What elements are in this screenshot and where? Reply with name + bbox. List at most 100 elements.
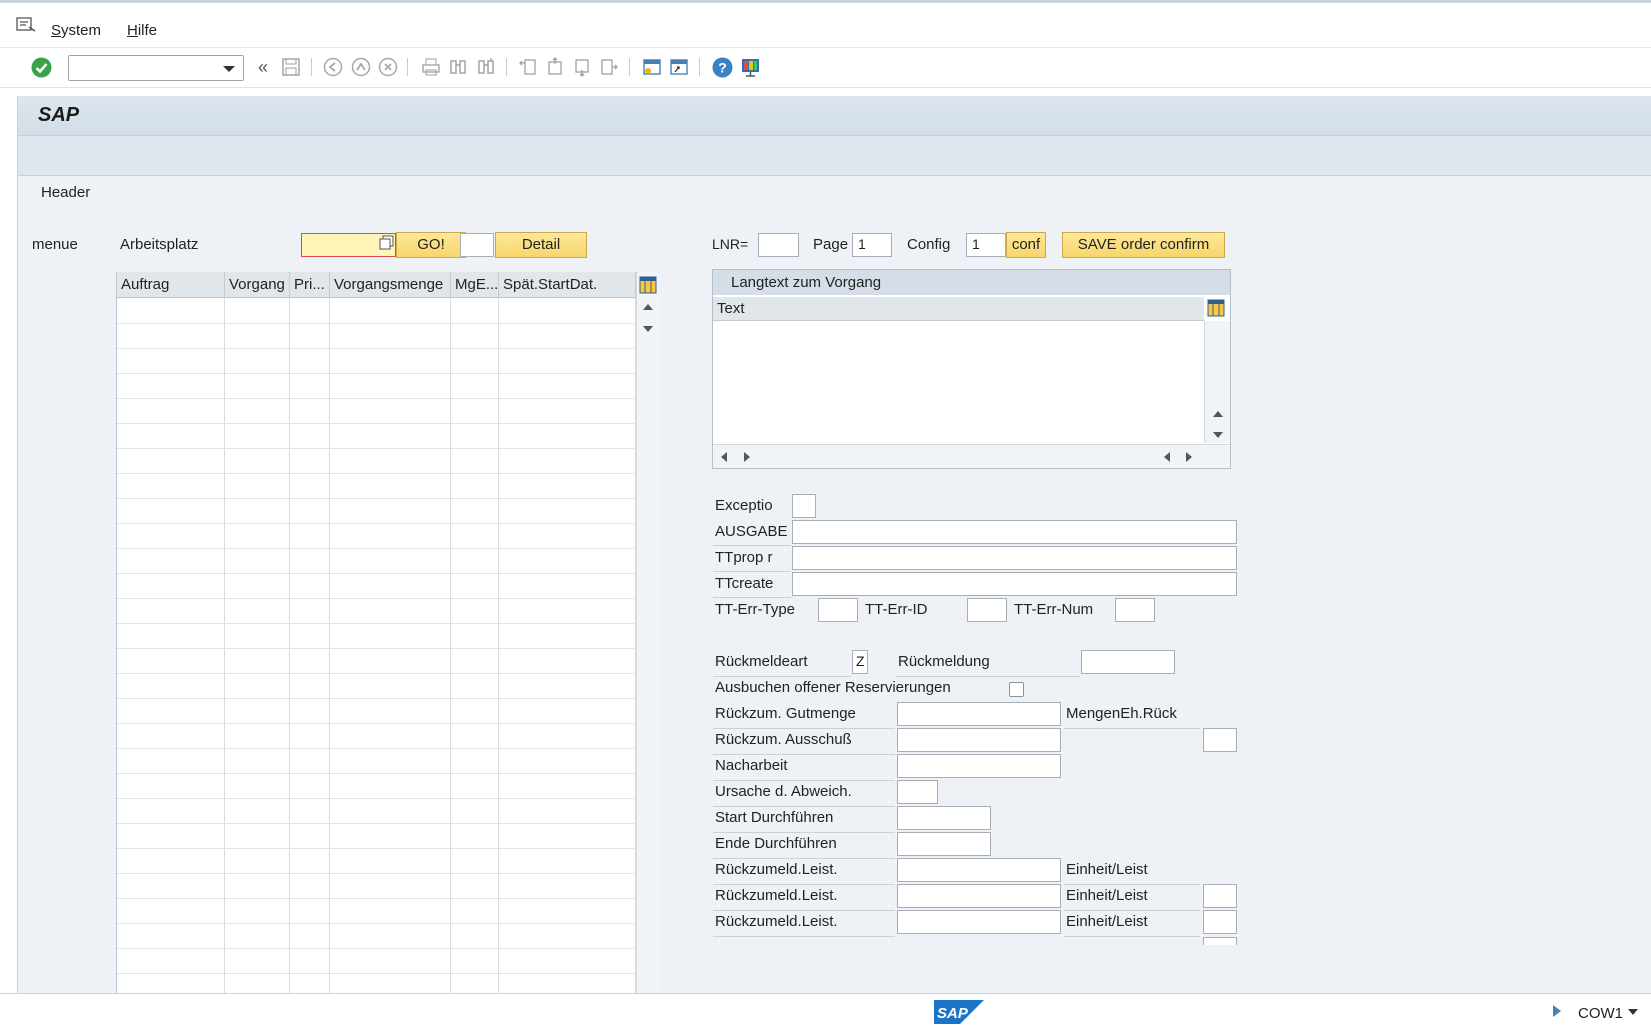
table-row <box>117 573 636 574</box>
next-icon[interactable] <box>350 56 372 78</box>
tt-err-num-input[interactable] <box>1115 598 1155 622</box>
cancel-icon[interactable] <box>377 56 399 78</box>
gutmenge-input[interactable] <box>897 702 1061 726</box>
prev-page-icon[interactable] <box>544 56 566 78</box>
tt-err-id-input[interactable] <box>967 598 1007 622</box>
status-expand-icon[interactable] <box>1553 1005 1561 1017</box>
nacharbeit-input[interactable] <box>897 754 1061 778</box>
detail-button[interactable]: Detail <box>495 232 587 258</box>
help-icon[interactable]: ? <box>711 56 733 78</box>
value-help-icon[interactable] <box>379 235 395 251</box>
einheit3-label: Einheit/Leist <box>1066 913 1148 930</box>
table-row <box>117 348 636 349</box>
layout-icon[interactable] <box>639 276 657 294</box>
leist2-input[interactable] <box>897 884 1061 908</box>
partial-input[interactable] <box>1203 937 1237 945</box>
mengeneh-label: MengenEh.Rück <box>1066 705 1177 722</box>
leist1-input[interactable] <box>897 858 1061 882</box>
save-order-confirm-button[interactable]: SAVE order confirm <box>1062 232 1225 258</box>
ttcreate-input[interactable] <box>792 572 1237 596</box>
menu-icon[interactable] <box>16 17 36 33</box>
rueckmeldung-input[interactable] <box>1081 650 1175 674</box>
col-prio[interactable]: Pri... <box>290 272 330 298</box>
enter-icon[interactable] <box>30 56 52 78</box>
last-page-icon[interactable] <box>598 56 620 78</box>
header-label: Header <box>41 184 91 201</box>
layout-icon[interactable] <box>1207 299 1225 317</box>
shortcut-icon[interactable] <box>668 56 690 78</box>
go-button[interactable]: GO! <box>396 232 466 258</box>
chevron-down-icon[interactable] <box>223 66 235 72</box>
scroll-left-icon[interactable] <box>721 452 727 462</box>
ausgabe-label: AUSGABE <box>715 523 788 540</box>
scroll-up-icon[interactable] <box>1213 411 1223 417</box>
col-spaet-startdat[interactable]: Spät.StartDat. <box>499 272 636 298</box>
status-bar: SAP COW1 <box>0 993 1651 1029</box>
start-input[interactable] <box>897 806 991 830</box>
table-row <box>117 723 636 724</box>
print-icon[interactable] <box>420 56 442 78</box>
next-page-icon[interactable] <box>571 56 593 78</box>
save-icon[interactable] <box>280 56 302 78</box>
lnr-input[interactable] <box>758 233 799 257</box>
leist3-label: Rückzumeld.Leist. <box>715 913 838 930</box>
scroll-left-icon[interactable] <box>1164 452 1170 462</box>
langtext-col-text[interactable]: Text <box>713 297 1204 321</box>
new-session-icon[interactable] <box>641 56 663 78</box>
table-row <box>117 648 636 649</box>
ausschuss-input[interactable] <box>897 728 1061 752</box>
scroll-right-icon[interactable] <box>1186 452 1192 462</box>
conf-button[interactable]: conf <box>1006 232 1046 258</box>
table-row <box>117 923 636 924</box>
col-vorgang[interactable]: Vorgang <box>225 272 290 298</box>
sap-logo: SAP <box>934 1000 984 1024</box>
ursache-label: Ursache d. Abweich. <box>715 783 852 800</box>
previous-icon[interactable] <box>322 56 344 78</box>
table-row <box>117 548 636 549</box>
langtext-vscrollbar[interactable] <box>1204 321 1230 443</box>
find-icon[interactable] <box>447 56 469 78</box>
ttprop-input[interactable] <box>792 546 1237 570</box>
langtext-hscrollbar[interactable] <box>713 444 1230 468</box>
einheit3-input[interactable] <box>1203 910 1237 934</box>
leist3-input[interactable] <box>897 910 1061 934</box>
ausbuchen-checkbox[interactable] <box>1009 682 1024 697</box>
ausschuss-unit-input[interactable] <box>1203 728 1237 752</box>
table-scrollbar[interactable] <box>636 272 660 993</box>
einheit2-input[interactable] <box>1203 884 1237 908</box>
scroll-down-icon[interactable] <box>643 326 653 332</box>
exceptio-input[interactable] <box>792 494 816 518</box>
langtext-panel: Langtext zum Vorgang Text <box>712 269 1231 469</box>
chevron-down-icon[interactable] <box>1628 1009 1638 1015</box>
find-next-icon[interactable] <box>475 56 497 78</box>
rueckmeldeart-label: Rückmeldeart <box>715 653 808 670</box>
col-auftrag[interactable]: Auftrag <box>117 272 225 298</box>
first-page-icon[interactable] <box>517 56 539 78</box>
table-header: Auftrag Vorgang Pri... Vorgangsmenge MgE… <box>117 272 636 298</box>
ausgabe-input[interactable] <box>792 520 1237 544</box>
rueckmeldeart-input[interactable]: Z <box>852 650 868 674</box>
tt-err-type-label: TT-Err-Type <box>715 601 796 618</box>
operations-table[interactable]: Auftrag Vorgang Pri... Vorgangsmenge MgE… <box>116 272 660 993</box>
extra-input[interactable] <box>460 233 494 257</box>
tt-err-type-input[interactable] <box>818 598 858 622</box>
col-mge[interactable]: MgE... <box>451 272 499 298</box>
customize-icon[interactable] <box>739 56 761 78</box>
table-row <box>117 898 636 899</box>
standard-toolbar: « ? <box>0 48 1651 88</box>
system-name[interactable]: COW1 <box>1578 1005 1623 1022</box>
ende-label: Ende Durchführen <box>715 835 837 852</box>
scroll-down-icon[interactable] <box>1213 432 1223 438</box>
config-input[interactable]: 1 <box>966 233 1006 257</box>
ursache-input[interactable] <box>897 780 938 804</box>
back-icon[interactable]: « <box>252 56 274 78</box>
menu-hilfe[interactable]: Hilfe <box>127 22 157 39</box>
col-vorgangsmenge[interactable]: Vorgangsmenge <box>330 272 451 298</box>
scroll-right-icon[interactable] <box>744 452 750 462</box>
scroll-up-icon[interactable] <box>643 304 653 310</box>
menu-system[interactable]: System <box>51 22 101 39</box>
page-input[interactable]: 1 <box>852 233 892 257</box>
command-field[interactable] <box>68 55 244 81</box>
ende-input[interactable] <box>897 832 991 856</box>
table-row <box>117 948 636 949</box>
